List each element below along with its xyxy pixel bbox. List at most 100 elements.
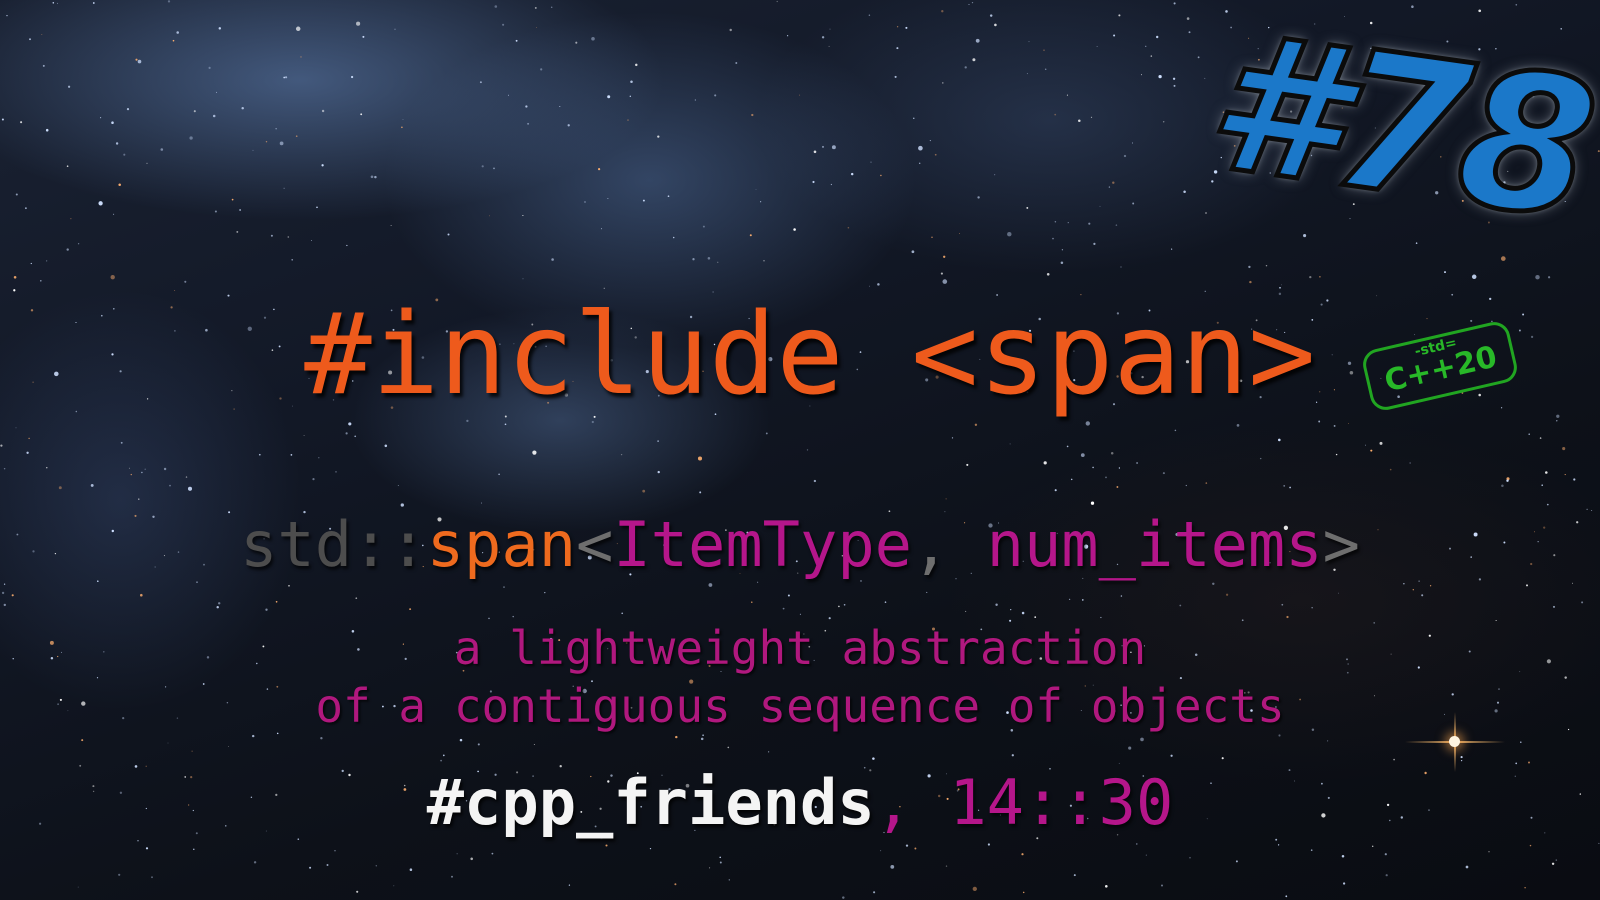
star [28,437,30,440]
star [749,234,752,237]
star [42,64,45,67]
star [755,189,757,190]
star [1132,202,1135,205]
star [1212,582,1215,586]
star [657,440,659,442]
star [295,135,298,138]
star [275,600,278,603]
star [3,583,6,585]
star [128,467,130,469]
star [265,608,268,611]
star [318,457,320,459]
star [81,739,84,742]
star [300,56,302,58]
star [30,262,32,265]
star [1541,484,1543,486]
footer-separator: , [874,766,950,839]
star [942,279,948,284]
star [926,591,928,593]
star [872,757,875,760]
star [113,213,115,215]
star [966,463,969,466]
star [1318,420,1321,423]
star [1105,476,1107,479]
star [940,272,943,275]
star [459,738,463,742]
star [216,91,218,93]
star [896,26,899,28]
star [1173,84,1176,87]
star [568,884,571,886]
star [1061,249,1064,251]
star [1118,14,1121,17]
star [140,593,143,597]
star [77,886,79,888]
star [793,228,796,231]
star [1249,280,1252,284]
star [870,161,872,163]
star [356,21,361,26]
star [169,484,171,487]
star [1021,853,1024,856]
star [1150,55,1153,57]
star [334,850,336,852]
star [1067,222,1069,224]
star [253,861,257,864]
star [1044,68,1047,71]
star [533,744,535,745]
star [393,885,395,887]
star [26,451,29,454]
star [481,165,484,168]
star [3,467,6,470]
star [311,240,312,241]
star [630,80,633,84]
star [1052,237,1054,240]
signature-type-name: span [426,508,577,581]
star [702,225,705,228]
star [972,886,977,892]
star [447,233,450,236]
star [1560,28,1562,30]
star [146,162,148,165]
star [110,275,115,280]
star [1421,594,1424,597]
star [941,10,944,13]
star [1140,737,1144,742]
star [964,66,967,69]
star [92,2,95,4]
star [123,153,126,156]
star [1555,859,1558,861]
star [1409,462,1411,464]
star [1342,882,1346,885]
star [1393,758,1395,761]
star [138,498,140,500]
star [1068,598,1071,601]
star [470,857,473,861]
star [316,206,318,209]
star [600,228,603,230]
star [1259,457,1262,460]
star [46,260,48,262]
star [751,113,754,117]
star [15,193,18,196]
star [918,145,923,151]
star [1389,468,1392,471]
star [1551,862,1555,866]
signature-open-bracket: < [576,508,614,581]
star [649,847,652,850]
star [1311,607,1313,609]
star [1162,472,1165,475]
star [905,844,909,847]
star [144,468,146,470]
star [384,444,388,448]
star [965,610,967,612]
star [70,218,72,220]
star [370,175,374,179]
star [977,196,980,199]
page-title: #include <span> [304,290,1316,420]
star [489,215,490,217]
star [607,197,609,199]
star [360,113,363,116]
star [667,195,670,198]
star [120,441,123,444]
